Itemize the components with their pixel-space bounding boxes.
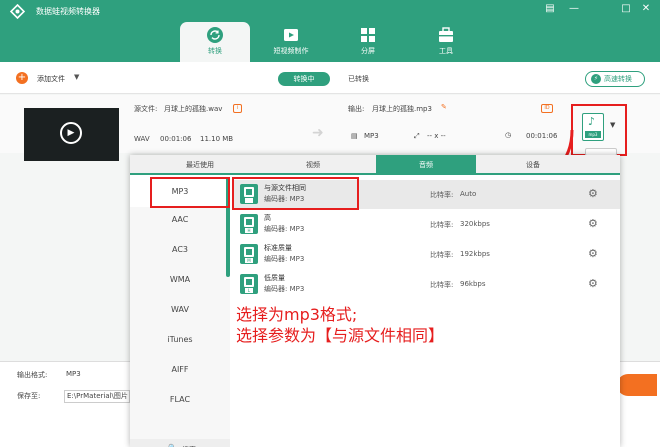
output-format-select[interactable]: MP3 [66, 370, 81, 378]
app-logo-icon [10, 4, 25, 19]
format-search[interactable]: 🔍 搜索 [130, 439, 230, 447]
menu-icon[interactable]: — [567, 3, 581, 14]
annotation-line-2: 选择参数为【与源文件相同】 [236, 326, 445, 345]
fast-convert-label: 高速转换 [604, 75, 632, 83]
quality-name: 标准质量 [264, 244, 292, 252]
toolbox-icon [439, 27, 453, 42]
source-label: 源文件: [134, 105, 158, 113]
tab-video[interactable]: 视频 [263, 155, 363, 175]
play-icon[interactable]: ▶ [60, 122, 82, 144]
tab-device[interactable]: 设备 [483, 155, 583, 175]
quality-encoder: 编码器: MP3 [264, 285, 305, 293]
quality-bitrate: 192kbps [460, 250, 490, 258]
quality-name: 高 [264, 214, 271, 222]
format-item-wma[interactable]: WMA [130, 275, 230, 284]
arrow-right-icon: ➜ [312, 125, 324, 141]
annotation-line-1: 选择为mp3格式; [236, 305, 358, 324]
source-filename: 月球上的孤独.wav [164, 105, 223, 113]
format-item-ac3[interactable]: AC3 [130, 245, 230, 254]
format-item-wav[interactable]: WAV [130, 305, 230, 314]
toolbar: + 添加文件 ▼ 转换中 已转换 ⚡ 高速转换 [0, 62, 660, 94]
header: 数据蛙视频转换器 ▤ — □ ✕ 转换 短视频制作 分屏 工具 [0, 0, 660, 63]
add-file-button[interactable]: 添加文件 [37, 74, 65, 84]
format-item-itunes[interactable]: iTunes [130, 335, 230, 344]
same-as-source-highlight-box [232, 177, 359, 210]
refresh-icon [207, 27, 223, 43]
audio-icon: ▤ [351, 132, 358, 140]
fast-convert-button[interactable]: ⚡ 高速转换 [585, 71, 645, 87]
video-edit-icon [284, 29, 298, 41]
converted-tab[interactable]: 已转换 [348, 74, 369, 84]
save-to-label: 保存至: [17, 392, 41, 400]
format-item-flac[interactable]: FLAC [130, 395, 230, 404]
feedback-icon[interactable]: ▤ [543, 3, 557, 14]
info-icon[interactable]: i [233, 104, 242, 113]
converting-tab[interactable]: 转换中 [278, 72, 330, 86]
quality-encoder: 编码器: MP3 [264, 225, 305, 233]
lightning-icon: ⚡ [591, 74, 601, 84]
quality-row-high[interactable]: H 高 编码器: MP3 比特率: 320kbps ⚙ [234, 210, 620, 239]
source-duration: 00:01:06 [160, 135, 192, 143]
app-title: 数据蛙视频转换器 [36, 7, 100, 16]
quality-bitrate: 320kbps [460, 220, 490, 228]
gear-icon[interactable]: ⚙ [588, 187, 598, 200]
quality-row-standard[interactable]: M 标准质量 编码器: MP3 比特率: 192kbps ⚙ [234, 240, 620, 269]
quality-bitrate-label: 比特率: [430, 221, 454, 229]
tab-split-screen[interactable]: 分屏 [333, 22, 403, 62]
annotation-text: 选择为mp3格式; 选择参数为【与源文件相同】 [236, 304, 444, 346]
output-label: 输出: [348, 105, 365, 113]
tab-short-video-label: 短视频制作 [273, 47, 309, 55]
tab-audio[interactable]: 音频 [376, 155, 476, 175]
gear-icon[interactable]: ⚙ [588, 277, 598, 290]
video-thumbnail[interactable]: ▶ [24, 108, 119, 161]
quality-bitrate-label: 比特率: [430, 191, 454, 199]
format-item-aiff[interactable]: AIFF [130, 365, 230, 374]
maximize-icon[interactable]: □ [619, 3, 633, 14]
source-size: 11.10 MB [200, 135, 234, 143]
quality-bitrate: Auto [460, 190, 477, 198]
quality-encoder: 编码器: MP3 [264, 255, 305, 263]
tab-tools-label: 工具 [439, 47, 453, 55]
output-format: MP3 [364, 132, 379, 140]
quality-high-icon: H [240, 214, 258, 234]
format-list: MP3 AAC AC3 WMA WAV iTunes AIFF FLAC 🔍 搜… [130, 177, 230, 447]
gear-icon[interactable]: ⚙ [588, 247, 598, 260]
tab-split-screen-label: 分屏 [361, 47, 375, 55]
save-path-field[interactable]: E:\PrMaterial\图片 [64, 390, 130, 403]
app-window: 数据蛙视频转换器 ▤ — □ ✕ 转换 短视频制作 分屏 工具 + 添加文件 ▼… [0, 0, 660, 447]
quality-row-low[interactable]: L 低质量 编码器: MP3 比特率: 96kbps ⚙ [234, 270, 620, 299]
format-dropdown-icon[interactable]: ▼ [610, 121, 615, 129]
add-file-dropdown-icon[interactable]: ▼ [74, 73, 79, 81]
tab-recent[interactable]: 最近使用 [150, 155, 250, 175]
quality-bitrate-label: 比特率: [430, 251, 454, 259]
grid-icon [361, 28, 375, 42]
hd-icon[interactable]: ID [541, 104, 553, 113]
quality-bitrate-label: 比特率: [430, 281, 454, 289]
edit-icon[interactable]: ✎ [441, 103, 447, 111]
output-resolution: -- x -- [427, 132, 446, 140]
convert-all-button[interactable] [617, 374, 657, 396]
gear-icon[interactable]: ⚙ [588, 217, 598, 230]
output-filename: 月球上的孤独.mp3 [372, 105, 432, 113]
quality-bitrate: 96kbps [460, 280, 486, 288]
tab-convert-label: 转换 [208, 47, 222, 55]
mp3-highlight-box [150, 177, 230, 208]
quality-name: 低质量 [264, 274, 285, 282]
tab-short-video[interactable]: 短视频制作 [256, 22, 326, 62]
close-icon[interactable]: ✕ [639, 3, 653, 14]
quality-standard-icon: M [240, 244, 258, 264]
add-file-icon[interactable]: + [16, 72, 28, 84]
output-format-label: 输出格式: [17, 371, 48, 379]
format-category-tabs: 最近使用 视频 音频 设备 [130, 155, 620, 175]
format-item-aac[interactable]: AAC [130, 215, 230, 224]
quality-low-icon: L [240, 274, 258, 294]
resolution-icon: ⤢ [414, 132, 420, 140]
tab-convert[interactable]: 转换 [180, 22, 250, 63]
source-format: WAV [134, 135, 150, 143]
tab-tools[interactable]: 工具 [411, 22, 481, 62]
